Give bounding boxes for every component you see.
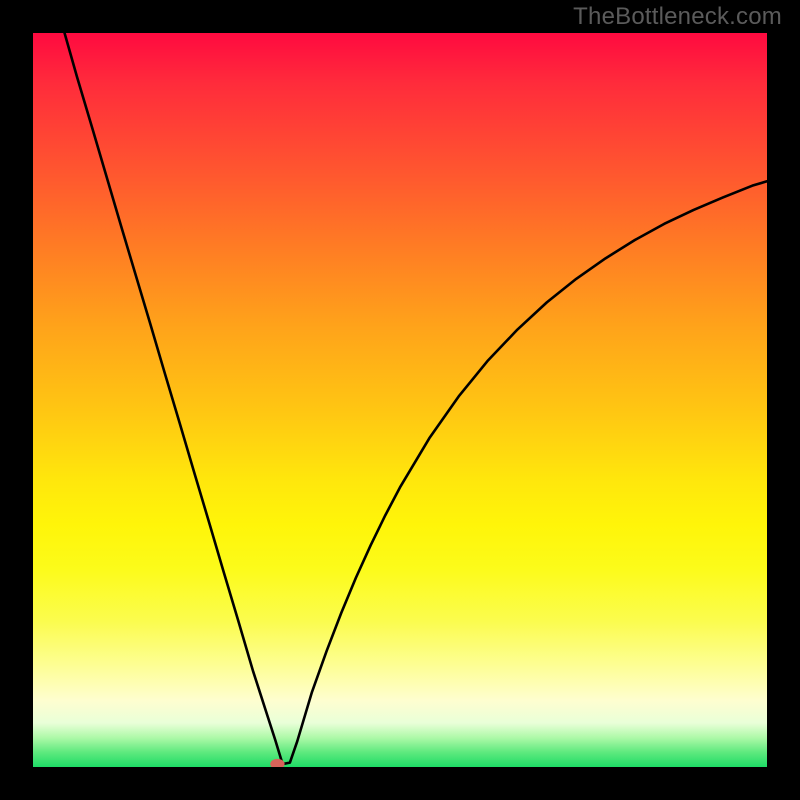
chart-frame: TheBottleneck.com [0,0,800,800]
curve-layer [33,33,767,767]
bottleneck-curve [65,33,767,764]
watermark-text: TheBottleneck.com [573,3,782,31]
